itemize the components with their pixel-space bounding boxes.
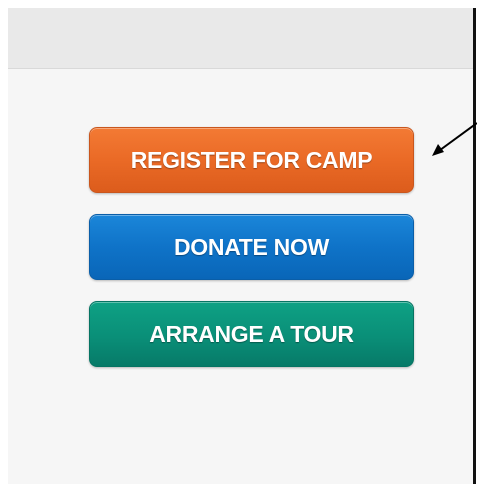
panel-header [8, 8, 473, 69]
register-for-camp-button[interactable]: REGISTER FOR CAMP [89, 127, 414, 193]
right-border [473, 8, 476, 484]
register-for-camp-label: REGISTER FOR CAMP [130, 146, 373, 173]
donate-now-label: DONATE NOW [173, 233, 329, 260]
donate-now-button[interactable]: DONATE NOW [89, 214, 414, 280]
arrange-a-tour-label: ARRANGE A TOUR [149, 320, 354, 347]
arrange-a-tour-button[interactable]: ARRANGE A TOUR [89, 301, 414, 367]
arrow-icon [432, 122, 477, 156]
page: REGISTER FOR CAMP DONATE NOW ARRANGE A T… [0, 0, 477, 484]
